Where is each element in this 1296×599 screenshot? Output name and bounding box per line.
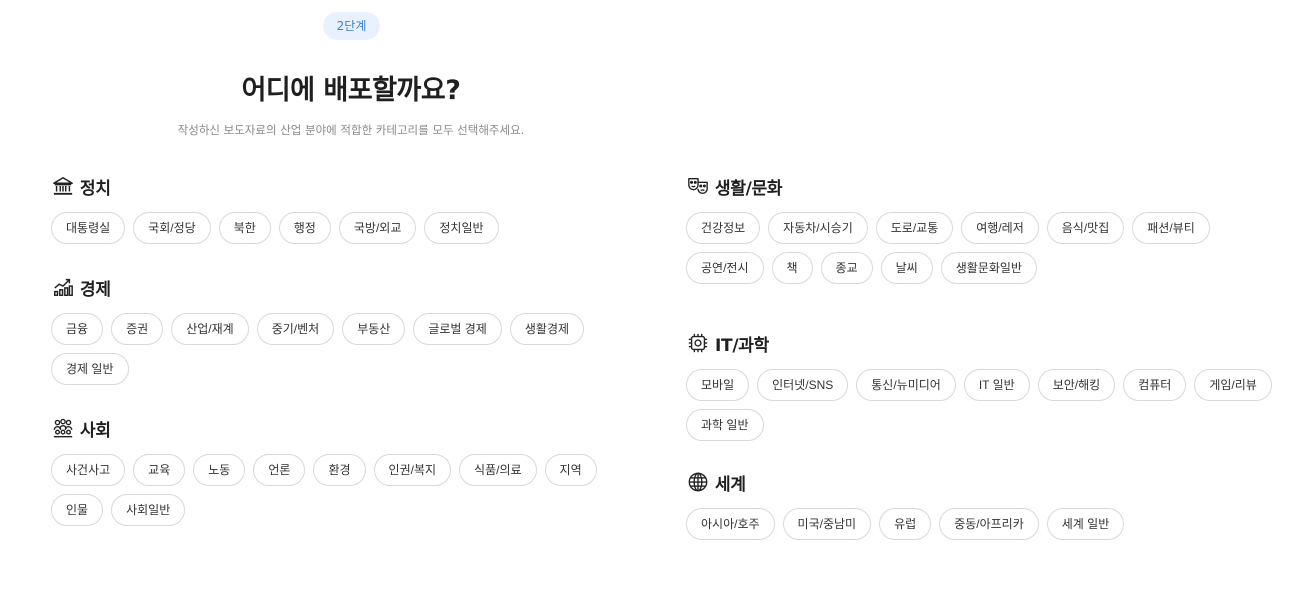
category-chip[interactable]: 국방/외교 bbox=[338, 212, 417, 244]
category-chip-list: 대통령실 국회/정당 북한 행정 국방/외교 정치일반 bbox=[51, 212, 671, 252]
theater-masks-icon bbox=[686, 174, 710, 198]
category-chip[interactable]: 노동 bbox=[193, 454, 246, 486]
category-chip[interactable]: 대통령실 bbox=[51, 212, 126, 244]
category-chip[interactable]: 국회/정당 bbox=[133, 212, 211, 244]
section-politics: 정치 대통령실 국회/정당 북한 행정 국방/외교 정치일반 bbox=[51, 174, 671, 252]
category-chip[interactable]: 북한 bbox=[218, 212, 271, 244]
category-chip[interactable]: 보안/해킹 bbox=[1037, 369, 1116, 401]
section-world: 세계 아시아/호주 미국/중남미 유럽 중동/아프리카 세계 일반 bbox=[686, 470, 1246, 548]
section-title: 경제 bbox=[80, 279, 111, 300]
people-group-icon bbox=[51, 416, 75, 440]
category-chip-list: 아시아/호주 미국/중남미 유럽 중동/아프리카 세계 일반 bbox=[686, 508, 1246, 548]
section-header: 생활/문화 bbox=[686, 174, 1246, 199]
section-header: 경제 bbox=[51, 275, 631, 300]
category-chip[interactable]: 공연/전시 bbox=[686, 252, 764, 284]
category-chip[interactable]: 생활문화일반 bbox=[940, 252, 1037, 284]
category-chip[interactable]: 자동차/시승기 bbox=[768, 212, 868, 244]
category-chip[interactable]: 건강정보 bbox=[686, 212, 761, 244]
page-subtitle: 작성하신 보도자료의 산업 분야에 적합한 카테고리를 모두 선택해주세요. bbox=[177, 123, 525, 137]
category-chip[interactable]: IT 일반 bbox=[963, 369, 1030, 401]
section-header: 정치 bbox=[51, 174, 671, 199]
category-chip[interactable]: 인물 bbox=[51, 494, 104, 526]
section-title: 세계 bbox=[715, 474, 746, 495]
category-chip-list: 모바일 인터넷/SNS 통신/뉴미디어 IT 일반 보안/해킹 컴퓨터 게임/리뷰과학 일반 bbox=[686, 369, 1286, 449]
category-chip[interactable]: 인권/복지 bbox=[373, 454, 452, 486]
globe-icon bbox=[686, 470, 710, 494]
growth-chart-icon bbox=[51, 275, 75, 299]
section-title: 생활/문화 bbox=[715, 178, 783, 199]
category-chip[interactable]: 컴퓨터 bbox=[1123, 369, 1187, 401]
category-chip[interactable]: 산업/재계 bbox=[171, 313, 249, 345]
category-chip[interactable]: 패션/뷰티 bbox=[1132, 212, 1210, 244]
category-chip[interactable]: 부동산 bbox=[342, 313, 406, 345]
section-title: IT/과학 bbox=[715, 335, 769, 356]
section-economy: 경제 금융 증권 산업/재계 중기/벤처 부동산 글로벌 경제 생활경제경제 일반 bbox=[51, 275, 631, 393]
section-title: 사회 bbox=[80, 420, 111, 441]
category-chip[interactable]: 유럽 bbox=[879, 508, 932, 540]
category-chip[interactable]: 경제 일반 bbox=[51, 353, 129, 385]
section-title: 정치 bbox=[80, 178, 111, 199]
category-chip[interactable]: 사회일반 bbox=[111, 494, 186, 526]
section-it: IT/과학 모바일 인터넷/SNS 통신/뉴미디어 IT 일반 보안/해킹 컴퓨터 게임/리… bbox=[686, 331, 1286, 449]
category-chip[interactable]: 중동/아프리카 bbox=[939, 508, 1039, 540]
category-chip[interactable]: 과학 일반 bbox=[686, 409, 764, 441]
section-society: 사회 사건사고 교육 노동 언론 환경 인권/복지 식품/의료 지역인물 사회일반 bbox=[51, 416, 631, 534]
category-chip[interactable]: 날씨 bbox=[880, 252, 933, 284]
category-chip-list: 금융 증권 산업/재계 중기/벤처 부동산 글로벌 경제 생활경제경제 일반 bbox=[51, 313, 631, 393]
step-badge: 2단계 bbox=[323, 12, 380, 40]
section-header: 세계 bbox=[686, 470, 1246, 495]
cpu-chip-icon bbox=[686, 331, 710, 355]
category-chip[interactable]: 음식/맛집 bbox=[1046, 212, 1125, 244]
category-chip[interactable]: 정치일반 bbox=[424, 212, 499, 244]
category-chip[interactable]: 통신/뉴미디어 bbox=[856, 369, 956, 401]
category-chip[interactable]: 금융 bbox=[51, 313, 104, 345]
category-chip[interactable]: 세계 일반 bbox=[1046, 508, 1125, 540]
category-chip[interactable]: 인터넷/SNS bbox=[757, 369, 849, 401]
category-chip[interactable]: 언론 bbox=[253, 454, 306, 486]
section-header: 사회 bbox=[51, 416, 631, 441]
category-chip[interactable]: 게임/리뷰 bbox=[1194, 369, 1272, 401]
section-culture: 생활/문화 건강정보 자동차/시승기 도로/교통 여행/레저 음식/맛집 패션/뷰티공연/… bbox=[686, 174, 1246, 292]
category-chip[interactable]: 책 bbox=[771, 252, 813, 284]
category-chip[interactable]: 지역 bbox=[544, 454, 597, 486]
category-chip[interactable]: 모바일 bbox=[686, 369, 750, 401]
category-chip[interactable]: 행정 bbox=[278, 212, 331, 244]
page-title: 어디에 배포할까요? bbox=[241, 75, 461, 106]
category-chip[interactable]: 식품/의료 bbox=[459, 454, 537, 486]
category-chip[interactable]: 생활경제 bbox=[509, 313, 585, 345]
section-header: IT/과학 bbox=[686, 331, 1286, 356]
government-building-icon bbox=[51, 174, 75, 198]
category-chip-list: 건강정보 자동차/시승기 도로/교통 여행/레저 음식/맛집 패션/뷰티공연/전시 책 종교 날… bbox=[686, 212, 1246, 292]
category-chip[interactable]: 여행/레저 bbox=[961, 212, 1039, 244]
category-chip[interactable]: 글로벌 경제 bbox=[413, 313, 502, 345]
category-chip[interactable]: 환경 bbox=[313, 454, 366, 486]
category-chip[interactable]: 사건사고 bbox=[51, 454, 126, 486]
category-chip[interactable]: 종교 bbox=[820, 252, 873, 284]
category-chip[interactable]: 아시아/호주 bbox=[686, 508, 775, 540]
category-chip[interactable]: 교육 bbox=[133, 454, 186, 486]
category-chip[interactable]: 미국/중남미 bbox=[782, 508, 872, 540]
category-chip-list: 사건사고 교육 노동 언론 환경 인권/복지 식품/의료 지역인물 사회일반 bbox=[51, 454, 631, 534]
category-chip[interactable]: 증권 bbox=[111, 313, 164, 345]
category-chip[interactable]: 중기/벤처 bbox=[256, 313, 335, 345]
category-chip[interactable]: 도로/교통 bbox=[875, 212, 954, 244]
